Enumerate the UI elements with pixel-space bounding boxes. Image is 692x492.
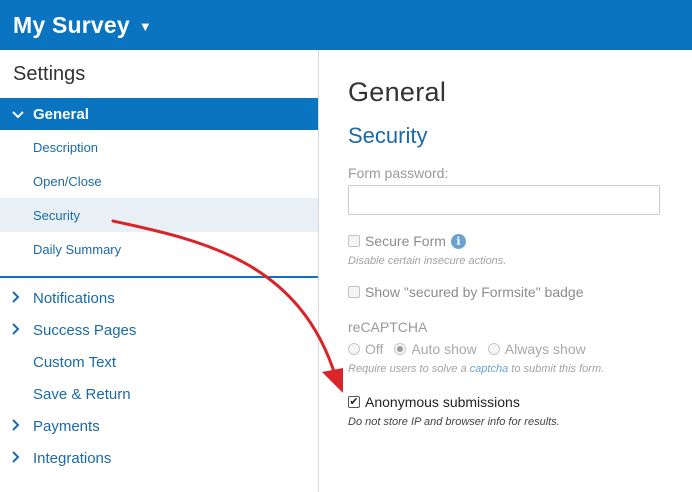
sidebar-item-payments[interactable]: Payments [0, 410, 318, 442]
sidebar-item-label: Success Pages [33, 321, 137, 339]
secure-form-hint: Disable certain insecure actions. [348, 255, 507, 267]
recaptcha-hint-text: Require users to solve a [348, 363, 470, 375]
chevron-right-icon [12, 322, 33, 338]
page-title: General [348, 77, 447, 107]
anonymous-row: ✔ Anonymous submissions [348, 394, 692, 410]
chevron-down-icon [12, 106, 26, 122]
secure-form-checkbox[interactable] [348, 235, 360, 247]
sidebar-item-security[interactable]: Security [0, 198, 318, 232]
form-password-label: Form password: [348, 165, 449, 181]
settings-sidebar: Settings General Description Open/Close … [0, 50, 319, 492]
radio-label: Always show [504, 341, 586, 357]
sidebar-item-label: General [33, 105, 89, 123]
anonymous-checkbox[interactable]: ✔ [348, 396, 360, 408]
recaptcha-hint-text-end: to submit this form. [508, 363, 605, 375]
survey-title[interactable]: My Survey [13, 12, 130, 39]
anonymous-label: Anonymous submissions [365, 394, 520, 410]
info-icon[interactable]: i [450, 233, 466, 249]
sidebar-item-daily-summary[interactable]: Daily Summary [0, 232, 318, 266]
anonymous-hint: Do not store IP and browser info for res… [348, 416, 560, 428]
sidebar-item-label: Payments [33, 417, 100, 435]
radio-button[interactable] [348, 343, 360, 355]
recaptcha-option-auto-show[interactable]: Auto show [394, 341, 477, 357]
sidebar-item-description[interactable]: Description [0, 130, 318, 164]
recaptcha-hint: Require users to solve a captcha to subm… [348, 363, 692, 375]
sidebar-item-open-close[interactable]: Open/Close [0, 164, 318, 198]
radio-label: Off [365, 341, 384, 357]
sidebar-item-custom-text[interactable]: Custom Text [0, 346, 318, 378]
sidebar-main-nav: Notifications Success Pages Custom Text … [0, 278, 318, 474]
secured-badge-checkbox[interactable] [348, 286, 360, 298]
top-bar: My Survey ▼ [0, 0, 692, 50]
secured-badge-row: Show "secured by Formsite" badge [348, 284, 692, 300]
secured-badge-label: Show "secured by Formsite" badge [365, 284, 584, 300]
recaptcha-options: Off Auto show Always show [348, 341, 692, 357]
caret-down-icon[interactable]: ▼ [139, 19, 152, 34]
sidebar-item-success-pages[interactable]: Success Pages [0, 314, 318, 346]
chevron-right-icon [12, 450, 33, 466]
sidebar-item-integrations[interactable]: Integrations [0, 442, 318, 474]
form-password-input[interactable] [348, 185, 660, 215]
sidebar-item-save-return[interactable]: Save & Return [0, 378, 318, 410]
sidebar-item-notifications[interactable]: Notifications [0, 282, 318, 314]
recaptcha-label: reCAPTCHA [348, 319, 428, 335]
recaptcha-option-off[interactable]: Off [348, 341, 383, 357]
sidebar-item-label: Save & Return [33, 385, 131, 403]
sidebar-item-label: Integrations [33, 449, 112, 467]
sidebar-item-general[interactable]: General [0, 98, 318, 130]
section-title: Security [348, 123, 428, 148]
secure-form-label: Secure Form [365, 233, 446, 249]
sidebar-item-label: Custom Text [33, 353, 117, 371]
recaptcha-option-always-show[interactable]: Always show [487, 341, 586, 357]
sidebar-heading: Settings [13, 63, 86, 85]
secure-form-row: Secure Form i [348, 233, 692, 249]
sidebar-item-label: Notifications [33, 289, 115, 307]
radio-button-selected[interactable] [394, 343, 407, 355]
chevron-right-icon [12, 418, 33, 434]
radio-label: Auto show [411, 341, 477, 357]
general-subnav: Description Open/Close Security Daily Su… [0, 130, 318, 278]
captcha-link[interactable]: captcha [470, 363, 509, 375]
radio-button[interactable] [487, 343, 500, 355]
main-content: General Security Form password: Secure F… [320, 50, 692, 492]
chevron-right-icon [12, 290, 33, 306]
